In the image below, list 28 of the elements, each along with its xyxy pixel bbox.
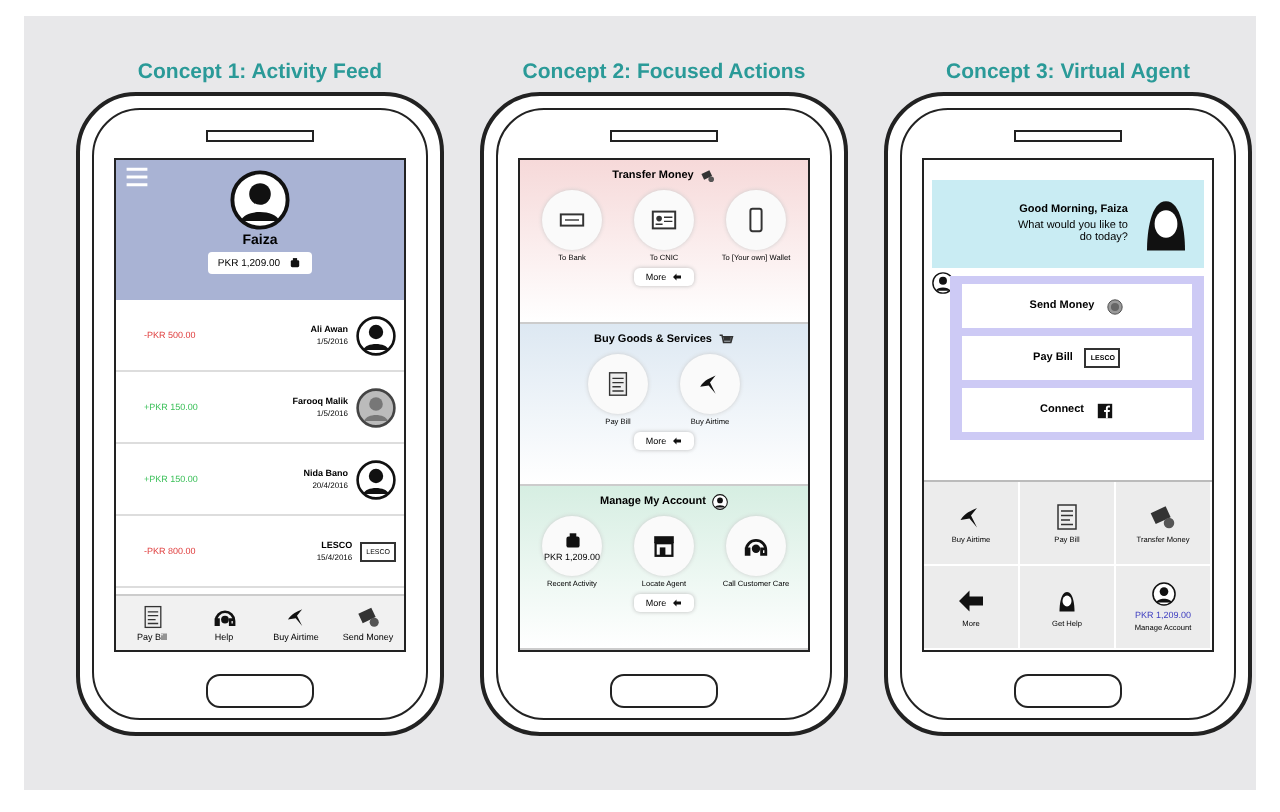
person-icon bbox=[356, 315, 396, 355]
id-card-icon bbox=[650, 206, 678, 234]
concept-title: Concept 2: Focused Actions bbox=[522, 60, 806, 84]
photo-placeholder bbox=[356, 387, 396, 427]
bill-icon bbox=[139, 604, 165, 630]
arrow-left-icon bbox=[672, 435, 683, 446]
money-icon bbox=[355, 604, 381, 630]
shop-icon bbox=[650, 532, 678, 561]
coin-icon bbox=[1106, 297, 1125, 315]
money-icon bbox=[699, 168, 716, 184]
bill-icon bbox=[604, 369, 632, 398]
person-icon bbox=[356, 459, 396, 499]
concept-title: Concept 3: Virtual Agent bbox=[946, 60, 1190, 84]
speaker-slot bbox=[610, 130, 718, 142]
arrow-left-icon bbox=[672, 598, 683, 609]
money-icon bbox=[1148, 502, 1178, 532]
speaker-slot bbox=[1014, 130, 1122, 142]
arrow-left-icon bbox=[672, 272, 683, 282]
concept-title: Concept 1: Activity Feed bbox=[137, 60, 383, 84]
speaker-slot bbox=[206, 130, 314, 142]
avatar-icon bbox=[230, 170, 290, 230]
person-icon bbox=[1151, 582, 1175, 606]
cart-icon bbox=[718, 331, 734, 348]
menu-icon bbox=[124, 164, 150, 190]
bill-icon bbox=[1052, 502, 1082, 532]
arrow-left-icon bbox=[956, 586, 986, 616]
person-icon bbox=[711, 494, 728, 511]
facebook-icon bbox=[1096, 401, 1114, 419]
